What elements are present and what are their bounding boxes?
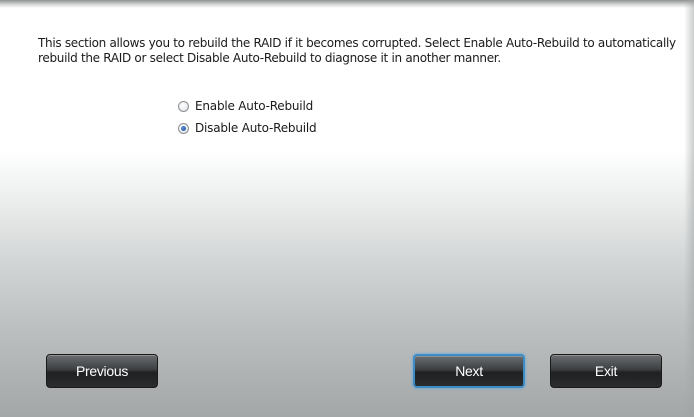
- right-border: [684, 0, 694, 417]
- disable-auto-rebuild-label: Disable Auto-Rebuild: [195, 121, 317, 135]
- disable-auto-rebuild-radio[interactable]: [178, 122, 189, 134]
- enable-auto-rebuild-option[interactable]: Enable Auto-Rebuild: [178, 99, 313, 113]
- next-button[interactable]: Next: [413, 354, 525, 388]
- raid-rebuild-wizard: This section allows you to rebuild the R…: [0, 0, 694, 417]
- enable-auto-rebuild-label: Enable Auto-Rebuild: [195, 99, 313, 113]
- previous-button[interactable]: Previous: [46, 354, 158, 388]
- top-border: [0, 0, 694, 8]
- exit-button[interactable]: Exit: [550, 354, 662, 388]
- disable-auto-rebuild-option[interactable]: Disable Auto-Rebuild: [178, 121, 317, 135]
- enable-auto-rebuild-radio[interactable]: [178, 100, 189, 112]
- section-description: This section allows you to rebuild the R…: [38, 36, 676, 65]
